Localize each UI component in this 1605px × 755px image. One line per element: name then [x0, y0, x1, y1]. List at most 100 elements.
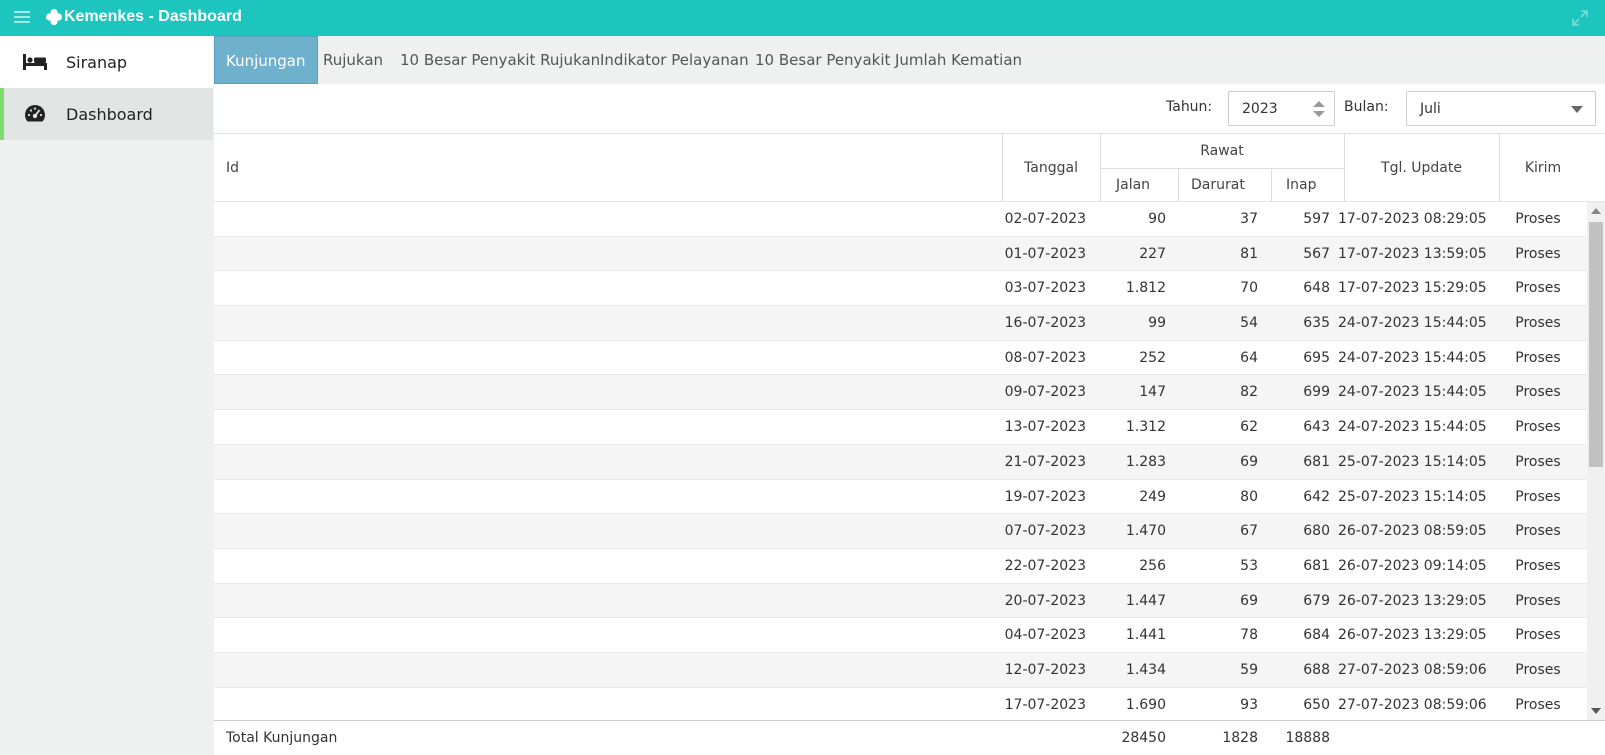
- header-rawat: Rawat: [1200, 143, 1244, 159]
- cell-jalan: 252: [1139, 349, 1166, 366]
- top-bar: Kemenkes - Dashboard: [0, 0, 1605, 36]
- table-row[interactable]: 20-07-2023 1.447 69 679 26-07-2023 13:29:05 P…: [214, 583, 1587, 619]
- tab-rujukan[interactable]: Rujukan: [312, 36, 394, 84]
- cell-jalan: 1.447: [1125, 592, 1166, 609]
- cell-darurat: 59: [1240, 661, 1258, 678]
- cell-tanggal: 04-07-2023: [1004, 627, 1086, 644]
- speedometer-icon: [22, 104, 48, 124]
- cell-tgl-update: 17-07-2023 13:59:05: [1338, 245, 1487, 262]
- cell-tanggal: 16-07-2023: [1004, 315, 1086, 332]
- cell-tanggal: 08-07-2023: [1004, 349, 1086, 366]
- cell-tgl-update: 26-07-2023 09:14:05: [1338, 557, 1487, 574]
- scroll-up-icon[interactable]: [1591, 208, 1601, 214]
- cell-jalan: 1.312: [1125, 419, 1166, 436]
- cell-darurat: 93: [1240, 696, 1258, 713]
- header-inap[interactable]: Inap: [1286, 177, 1316, 193]
- cell-kirim: Proses: [1515, 557, 1561, 574]
- app-title: Kemenkes - Dashboard: [64, 8, 242, 25]
- cell-darurat: 78: [1240, 627, 1258, 644]
- filter-bar: Tahun: 2023 Bulan: Juli: [214, 84, 1605, 134]
- table-row[interactable]: 07-07-2023 1.470 67 680 26-07-2023 08:59:05 P…: [214, 514, 1587, 549]
- table-row[interactable]: 21-07-2023 1.283 69 681 25-07-2023 15:14:05 P…: [214, 444, 1587, 480]
- cell-inap: 597: [1303, 211, 1330, 227]
- header-divider: [1100, 168, 1344, 169]
- table-row[interactable]: 09-07-2023 147 82 699 24-07-2023 15:44:05 Pro…: [214, 375, 1587, 411]
- cell-darurat: 69: [1240, 592, 1258, 609]
- cell-tgl-update: 24-07-2023 15:44:05: [1338, 384, 1487, 401]
- cell-darurat: 37: [1240, 211, 1258, 227]
- cell-darurat: 69: [1240, 453, 1258, 470]
- header-id[interactable]: Id: [226, 160, 239, 176]
- cell-tanggal: 01-07-2023: [1004, 245, 1086, 262]
- month-label: Bulan:: [1344, 99, 1389, 115]
- header-tgl-update[interactable]: Tgl. Update: [1344, 160, 1499, 176]
- table-row[interactable]: 02-07-2023 90 37 597 17-07-2023 08:29:05 Pros…: [214, 202, 1587, 237]
- table-row[interactable]: 17-07-2023 1.690 93 650 27-07-2023 08:59:06 P…: [214, 688, 1587, 720]
- table-row[interactable]: 08-07-2023 252 64 695 24-07-2023 15:44:05 Pro…: [214, 341, 1587, 376]
- table-row[interactable]: 19-07-2023 249 80 642 25-07-2023 15:14:05 Pro…: [214, 480, 1587, 515]
- cell-kirim: Proses: [1515, 592, 1561, 609]
- cell-jalan: 256: [1139, 557, 1166, 574]
- tab-kunjungan[interactable]: Kunjungan: [214, 36, 318, 84]
- cell-darurat: 70: [1240, 280, 1258, 297]
- sidebar-item-siranap[interactable]: Siranap: [0, 36, 213, 88]
- cell-jalan: 147: [1139, 384, 1166, 401]
- cell-darurat: 53: [1240, 557, 1258, 574]
- table-row[interactable]: 22-07-2023 256 53 681 26-07-2023 09:14:05 Pro…: [214, 549, 1587, 584]
- year-label: Tahun:: [1166, 99, 1213, 115]
- header-jalan[interactable]: Jalan: [1116, 177, 1150, 193]
- health-cross-icon: [45, 8, 63, 26]
- year-spinner-input[interactable]: 2023: [1228, 91, 1335, 126]
- cell-tanggal: 09-07-2023: [1004, 384, 1086, 401]
- sidebar: Siranap Dashboard: [0, 36, 213, 755]
- header-kirim[interactable]: Kirim: [1499, 160, 1587, 176]
- cell-tgl-update: 17-07-2023 15:29:05: [1338, 280, 1487, 297]
- scroll-down-icon[interactable]: [1591, 708, 1601, 714]
- cell-kirim: Proses: [1515, 696, 1561, 713]
- cell-inap: 650: [1303, 696, 1330, 713]
- vertical-scrollbar[interactable]: [1587, 202, 1605, 720]
- cell-inap: 679: [1303, 592, 1330, 609]
- table-row[interactable]: 12-07-2023 1.434 59 688 27-07-2023 08:59:06 P…: [214, 652, 1587, 688]
- tab-indikator-pelayanan[interactable]: Indikator Pelayanan: [589, 36, 760, 84]
- table-row[interactable]: 01-07-2023 227 81 567 17-07-2023 13:59:05 Pro…: [214, 236, 1587, 272]
- menu-icon[interactable]: [14, 11, 30, 25]
- month-value: Juli: [1420, 101, 1441, 117]
- cell-jalan: 1.812: [1125, 280, 1166, 297]
- header-darurat[interactable]: Darurat: [1191, 177, 1245, 193]
- cell-jalan: 1.283: [1125, 453, 1166, 470]
- cell-tgl-update: 17-07-2023 08:29:05: [1338, 211, 1487, 227]
- cell-tgl-update: 26-07-2023 08:59:05: [1338, 523, 1487, 540]
- table-row[interactable]: 04-07-2023 1.441 78 684 26-07-2023 13:29:05 P…: [214, 618, 1587, 653]
- cell-inap: 642: [1303, 488, 1330, 505]
- fullscreen-icon[interactable]: [1571, 9, 1589, 27]
- cell-kirim: Proses: [1515, 523, 1561, 540]
- cell-tanggal: 20-07-2023: [1004, 592, 1086, 609]
- cell-jalan: 1.441: [1125, 627, 1166, 644]
- cell-inap: 643: [1303, 419, 1330, 436]
- header-tanggal[interactable]: Tanggal: [1002, 160, 1100, 176]
- month-select[interactable]: Juli: [1406, 91, 1596, 126]
- cell-darurat: 67: [1240, 523, 1258, 540]
- cell-jalan: 1.434: [1125, 661, 1166, 678]
- table-row[interactable]: 03-07-2023 1.812 70 648 17-07-2023 15:29:05 P…: [214, 271, 1587, 307]
- cell-darurat: 82: [1240, 384, 1258, 401]
- cell-tgl-update: 24-07-2023 15:44:05: [1338, 419, 1487, 436]
- cell-tgl-update: 26-07-2023 13:29:05: [1338, 592, 1487, 609]
- cell-inap: 635: [1303, 315, 1330, 332]
- year-value: 2023: [1242, 101, 1278, 117]
- cell-kirim: Proses: [1515, 315, 1561, 332]
- sidebar-item-dashboard[interactable]: Dashboard: [0, 88, 213, 140]
- cell-jalan: 227: [1139, 245, 1166, 262]
- spinner-arrows-icon[interactable]: [1312, 98, 1326, 120]
- tab-10-besar-penyakit[interactable]: 10 Besar Penyakit: [744, 36, 901, 84]
- scroll-thumb[interactable]: [1589, 222, 1603, 467]
- cell-tgl-update: 27-07-2023 08:59:06: [1338, 661, 1487, 678]
- cell-darurat: 54: [1240, 315, 1258, 332]
- table-row[interactable]: 13-07-2023 1.312 62 643 24-07-2023 15:44:05 P…: [214, 410, 1587, 445]
- cell-tanggal: 19-07-2023: [1004, 488, 1086, 505]
- cell-tgl-update: 27-07-2023 08:59:06: [1338, 696, 1487, 713]
- tab-10-besar-penyakit-rujukan[interactable]: 10 Besar Penyakit Rujukan: [389, 36, 611, 84]
- table-row[interactable]: 16-07-2023 99 54 635 24-07-2023 15:44:05 Pros…: [214, 306, 1587, 341]
- tab-jumlah-kematian[interactable]: Jumlah Kematian: [884, 36, 1033, 84]
